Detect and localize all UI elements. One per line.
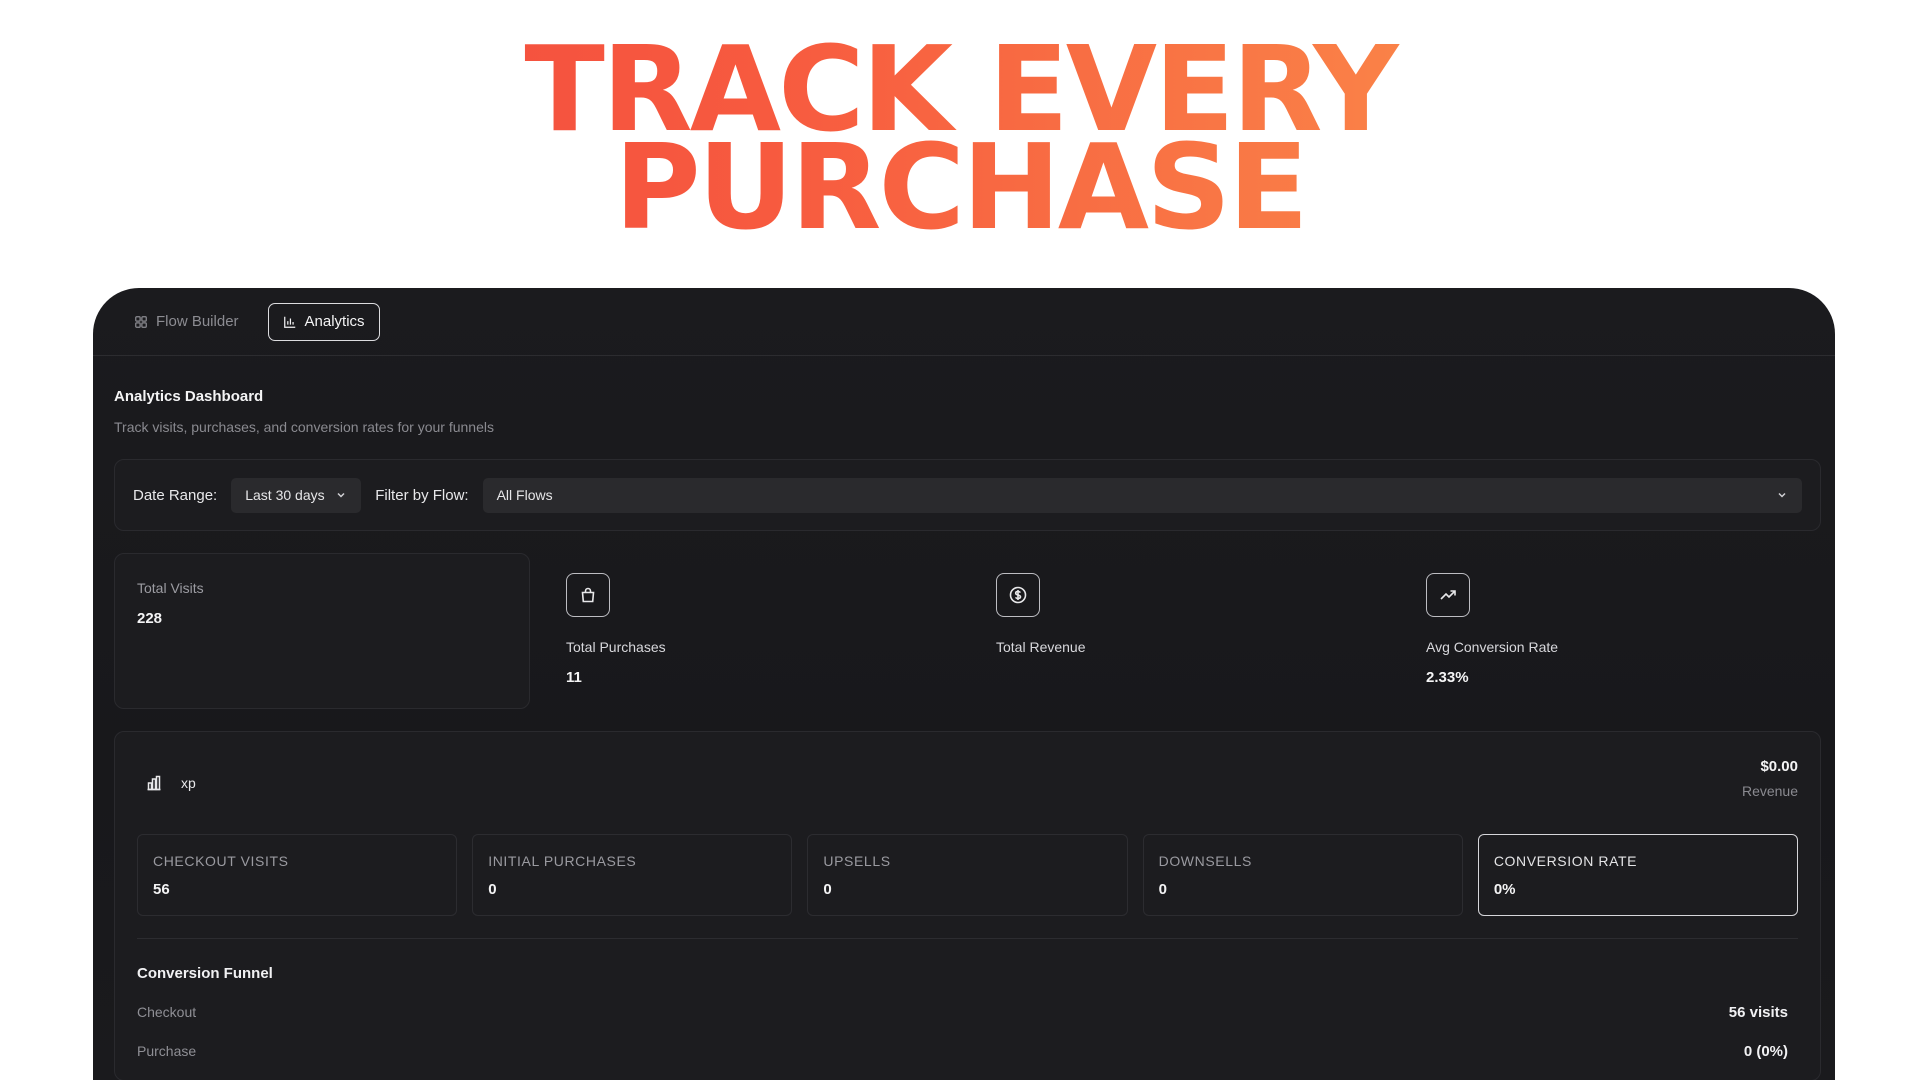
stat-total-purchases: Total Purchases 11 xyxy=(530,553,960,709)
trending-up-icon xyxy=(1440,590,1456,600)
stat-avg-conversion: Avg Conversion Rate 2.33% xyxy=(1390,553,1820,709)
tab-flow-builder[interactable]: Flow Builder xyxy=(119,303,254,341)
date-range-value: Last 30 days xyxy=(245,487,325,503)
summary-stats: Total Visits 228 Total Purchases 11 Tota… xyxy=(114,553,1821,709)
stat-label: Total Revenue xyxy=(996,639,1086,655)
revenue-value: $0.00 xyxy=(1760,758,1798,775)
funnel-step-value: 56 visits xyxy=(1728,1004,1788,1021)
bar-chart-icon xyxy=(147,775,161,791)
flow-analytics-panel: xp $0.00 Revenue CHECKOUT VISITS 56 INIT… xyxy=(114,731,1821,1080)
stat-label: Total Visits xyxy=(137,580,204,596)
metric-downsells: DOWNSELLS 0 xyxy=(1142,834,1463,916)
stat-total-visits: Total Visits 228 xyxy=(114,553,530,709)
flow-filter-value: All Flows xyxy=(496,487,553,503)
metric-label: CONVERSION RATE xyxy=(1493,853,1638,869)
hero-heading: TRACK EVERY PURCHASE xyxy=(0,40,1920,236)
app-window: Flow Builder Analytics Analytics Dashboa… xyxy=(93,288,1835,1080)
flow-name-label: xp xyxy=(181,775,196,791)
stat-value: 228 xyxy=(137,610,163,627)
metric-value: 0 xyxy=(488,881,497,898)
metric-value: 0% xyxy=(1493,881,1516,898)
date-range-select[interactable]: Last 30 days xyxy=(231,477,362,513)
stat-total-revenue: Total Revenue xyxy=(960,553,1390,709)
flow-name: xp xyxy=(137,774,196,792)
page-title: Analytics Dashboard xyxy=(114,388,264,405)
top-navigation: Flow Builder Analytics xyxy=(93,288,1835,356)
page-subtitle: Track visits, purchases, and conversion … xyxy=(114,419,494,435)
grid-icon xyxy=(135,315,147,328)
chevron-down-icon xyxy=(1778,492,1786,498)
funnel-step-label: Checkout xyxy=(137,1004,197,1020)
stat-label: Total Purchases xyxy=(566,639,666,655)
flow-filter-select[interactable]: All Flows xyxy=(482,477,1802,513)
revenue-label: Revenue xyxy=(1741,783,1798,799)
stat-icon-box xyxy=(1426,573,1470,617)
tab-analytics-label: Analytics xyxy=(304,313,365,330)
chevron-down-icon xyxy=(337,492,345,498)
stat-value: 2.33% xyxy=(1426,669,1469,686)
flow-filter-label: Filter by Flow: xyxy=(375,486,469,504)
divider xyxy=(137,938,1798,939)
metric-label: DOWNSELLS xyxy=(1158,853,1252,869)
funnel-step-value: 0 (0%) xyxy=(1743,1043,1788,1060)
tab-flow-builder-label: Flow Builder xyxy=(156,313,239,330)
hero-line-2: PURCHASE xyxy=(614,118,1306,256)
funnel-step-label: Purchase xyxy=(137,1043,197,1059)
filter-bar: Date Range: Last 30 days Filter by Flow:… xyxy=(114,459,1821,531)
funnel-row-checkout: Checkout 56 visits xyxy=(137,1004,1798,1021)
stat-label: Avg Conversion Rate xyxy=(1426,639,1559,655)
metric-label: INITIAL PURCHASES xyxy=(488,853,637,869)
shopping-bag-icon xyxy=(581,587,595,603)
dollar-circle-icon xyxy=(1009,586,1027,604)
funnel-row-purchase: Purchase 0 (0%) xyxy=(137,1043,1798,1060)
bar-chart-icon xyxy=(283,316,295,328)
metric-value: 0 xyxy=(823,881,832,898)
metric-value: 0 xyxy=(1158,881,1167,898)
flow-header: xp $0.00 Revenue xyxy=(137,754,1798,820)
metric-value: 56 xyxy=(153,881,170,898)
stat-value: 11 xyxy=(566,669,582,686)
metric-initial-purchases: INITIAL PURCHASES 0 xyxy=(472,834,793,916)
metric-label: UPSELLS xyxy=(823,853,891,869)
stat-icon-box xyxy=(996,573,1040,617)
metric-upsells: UPSELLS 0 xyxy=(807,834,1128,916)
conversion-funnel-title: Conversion Funnel xyxy=(137,965,273,982)
metric-checkout-visits: CHECKOUT VISITS 56 xyxy=(137,834,458,916)
flow-metrics: CHECKOUT VISITS 56 INITIAL PURCHASES 0 U… xyxy=(137,834,1799,916)
dashboard-content: Analytics Dashboard Track visits, purcha… xyxy=(93,356,1835,1080)
flow-revenue: $0.00 Revenue xyxy=(1742,754,1798,799)
tab-analytics[interactable]: Analytics xyxy=(267,302,380,341)
metric-label: CHECKOUT VISITS xyxy=(153,853,289,869)
date-range-label: Date Range: xyxy=(133,486,218,504)
metric-conversion-rate[interactable]: CONVERSION RATE 0% xyxy=(1477,834,1799,916)
stat-icon-box xyxy=(566,573,610,617)
